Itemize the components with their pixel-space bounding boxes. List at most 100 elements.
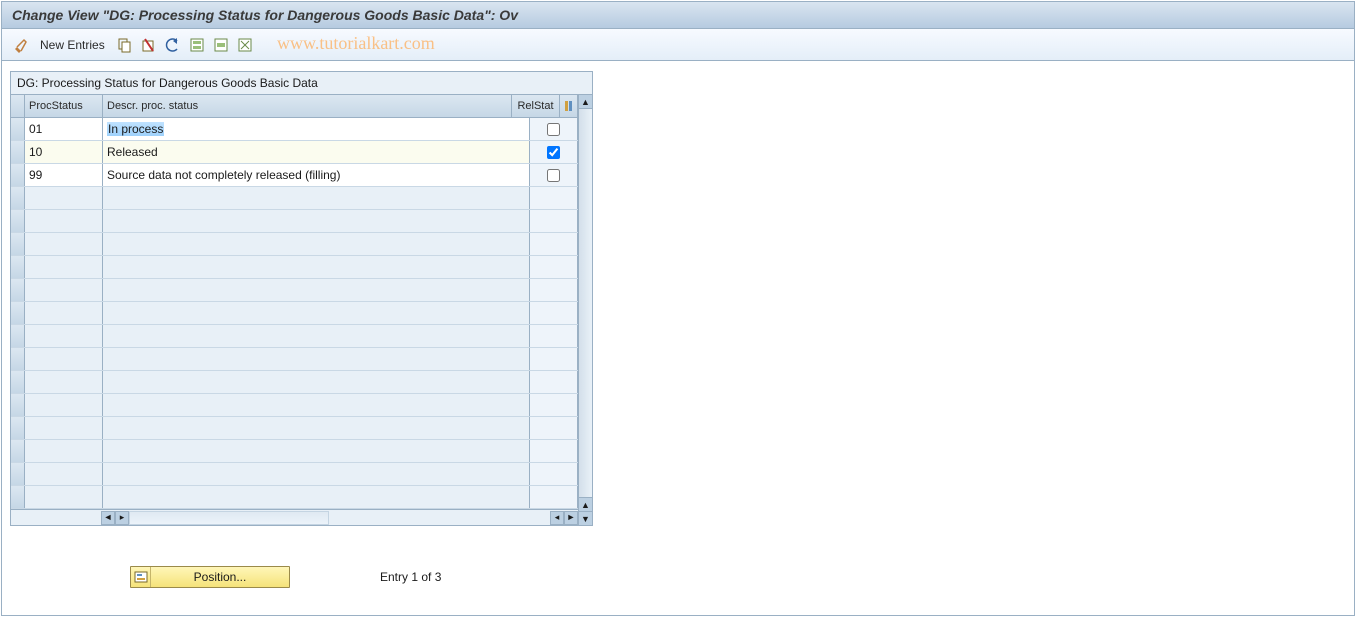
cell-descr[interactable] (103, 325, 530, 347)
vscroll-down-icon[interactable]: ▲ (579, 497, 592, 511)
row-selector[interactable] (11, 279, 25, 301)
cell-descr[interactable]: In process (103, 118, 530, 140)
row-selector[interactable] (11, 417, 25, 439)
relstat-checkbox[interactable] (547, 146, 560, 159)
row-selector[interactable] (11, 486, 25, 508)
column-header-descr[interactable]: Descr. proc. status (103, 95, 512, 117)
cell-procstatus[interactable] (25, 279, 103, 301)
cell-descr[interactable] (103, 486, 530, 508)
cell-descr[interactable] (103, 187, 530, 209)
row-selector-header (11, 95, 25, 117)
row-selector[interactable] (11, 164, 25, 186)
cell-relstat[interactable] (530, 118, 578, 140)
row-selector[interactable] (11, 394, 25, 416)
deselect-all-icon[interactable] (237, 37, 253, 53)
cell-procstatus[interactable]: 10 (25, 141, 103, 163)
row-selector[interactable] (11, 463, 25, 485)
cell-relstat[interactable] (530, 371, 578, 393)
change-mode-icon[interactable] (12, 37, 28, 53)
cell-relstat[interactable] (530, 279, 578, 301)
cell-procstatus[interactable]: 01 (25, 118, 103, 140)
row-selector[interactable] (11, 302, 25, 324)
cell-relstat[interactable] (530, 325, 578, 347)
row-selector[interactable] (11, 141, 25, 163)
row-selector[interactable] (11, 187, 25, 209)
cell-procstatus[interactable] (25, 302, 103, 324)
row-selector[interactable] (11, 348, 25, 370)
cell-procstatus[interactable] (25, 210, 103, 232)
cell-descr[interactable] (103, 394, 530, 416)
cell-descr[interactable] (103, 371, 530, 393)
row-selector[interactable] (11, 118, 25, 140)
cell-descr[interactable]: Source data not completely released (fil… (103, 164, 530, 186)
row-selector[interactable] (11, 210, 25, 232)
cell-relstat[interactable] (530, 394, 578, 416)
relstat-checkbox[interactable] (547, 123, 560, 136)
cell-procstatus[interactable]: 99 (25, 164, 103, 186)
cell-procstatus[interactable] (25, 394, 103, 416)
cell-relstat[interactable] (530, 210, 578, 232)
cell-descr[interactable] (103, 256, 530, 278)
cell-procstatus[interactable] (25, 348, 103, 370)
vscroll-up-icon[interactable]: ▲ (579, 95, 592, 109)
hscroll-left-icon[interactable]: ◄ (101, 511, 115, 525)
column-header-relstat[interactable]: RelStat (512, 95, 560, 117)
cell-relstat[interactable] (530, 302, 578, 324)
table-header-row: ProcStatus Descr. proc. status RelStat (11, 95, 578, 118)
row-selector[interactable] (11, 233, 25, 255)
table-row: 99Source data not completely released (f… (11, 164, 578, 187)
cell-relstat[interactable] (530, 348, 578, 370)
cell-descr[interactable]: Released (103, 141, 530, 163)
cell-procstatus[interactable] (25, 371, 103, 393)
relstat-checkbox[interactable] (547, 169, 560, 182)
cell-procstatus[interactable] (25, 440, 103, 462)
hscroll-track[interactable] (129, 511, 329, 525)
delete-icon[interactable] (141, 37, 157, 53)
undo-icon[interactable] (165, 37, 181, 53)
hscroll-right2-icon[interactable]: ◂ (550, 511, 564, 525)
cell-relstat[interactable] (530, 233, 578, 255)
window-title: Change View "DG: Processing Status for D… (2, 2, 1354, 29)
table-row-empty (11, 279, 578, 302)
new-entries-button[interactable]: New Entries (40, 38, 105, 52)
cell-relstat[interactable] (530, 164, 578, 186)
cell-procstatus[interactable] (25, 233, 103, 255)
cell-descr[interactable] (103, 302, 530, 324)
position-icon (131, 567, 151, 587)
select-block-icon[interactable] (213, 37, 229, 53)
entry-counter: Entry 1 of 3 (380, 570, 441, 584)
row-selector[interactable] (11, 256, 25, 278)
cell-procstatus[interactable] (25, 417, 103, 439)
cell-relstat[interactable] (530, 463, 578, 485)
cell-procstatus[interactable] (25, 463, 103, 485)
column-header-procstatus[interactable]: ProcStatus (25, 95, 103, 117)
cell-descr[interactable] (103, 233, 530, 255)
hscroll-right-icon[interactable]: ► (564, 511, 578, 525)
row-selector[interactable] (11, 371, 25, 393)
cell-relstat[interactable] (530, 256, 578, 278)
cell-descr[interactable] (103, 210, 530, 232)
row-selector[interactable] (11, 325, 25, 347)
vscroll-down2-icon[interactable]: ▼ (579, 511, 592, 525)
cell-procstatus[interactable] (25, 187, 103, 209)
table-row-empty (11, 210, 578, 233)
cell-descr[interactable] (103, 417, 530, 439)
select-all-icon[interactable] (189, 37, 205, 53)
copy-as-icon[interactable] (117, 37, 133, 53)
cell-descr[interactable] (103, 440, 530, 462)
cell-procstatus[interactable] (25, 486, 103, 508)
row-selector[interactable] (11, 440, 25, 462)
cell-procstatus[interactable] (25, 256, 103, 278)
cell-relstat[interactable] (530, 417, 578, 439)
hscroll-left2-icon[interactable]: ▸ (115, 511, 129, 525)
cell-procstatus[interactable] (25, 325, 103, 347)
cell-relstat[interactable] (530, 486, 578, 508)
cell-descr[interactable] (103, 348, 530, 370)
cell-relstat[interactable] (530, 187, 578, 209)
cell-descr[interactable] (103, 463, 530, 485)
table-configure-icon[interactable] (560, 95, 578, 117)
position-button[interactable]: Position... (130, 566, 290, 588)
cell-relstat[interactable] (530, 141, 578, 163)
cell-descr[interactable] (103, 279, 530, 301)
cell-relstat[interactable] (530, 440, 578, 462)
